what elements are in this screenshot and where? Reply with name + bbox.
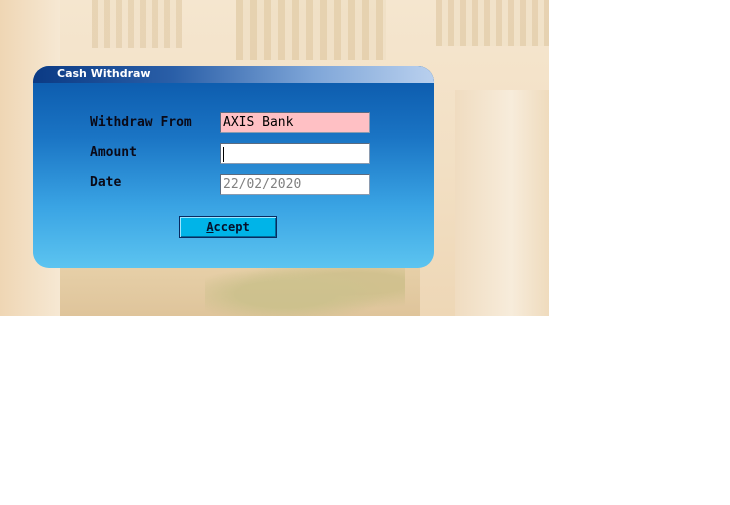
dialog-titlebar[interactable]: Cash Withdraw xyxy=(33,66,434,83)
background-window xyxy=(436,0,549,46)
accept-label: ccept xyxy=(213,220,250,234)
accept-mnemonic: A xyxy=(206,220,214,234)
date-field[interactable] xyxy=(220,174,370,195)
text-caret xyxy=(223,147,224,162)
background-column xyxy=(455,90,549,316)
background-plants xyxy=(205,262,405,316)
accept-button[interactable]: Accept xyxy=(179,216,277,238)
dialog-title: Cash Withdraw xyxy=(57,67,151,80)
date-label: Date xyxy=(90,175,122,190)
background-window xyxy=(236,0,386,60)
withdraw-from-field[interactable] xyxy=(220,112,370,133)
background-window xyxy=(92,0,182,48)
cash-withdraw-dialog: Cash Withdraw Withdraw From Amount Date … xyxy=(33,66,434,268)
amount-field[interactable] xyxy=(220,143,370,164)
amount-label: Amount xyxy=(90,145,137,160)
withdraw-from-label: Withdraw From xyxy=(90,115,192,130)
